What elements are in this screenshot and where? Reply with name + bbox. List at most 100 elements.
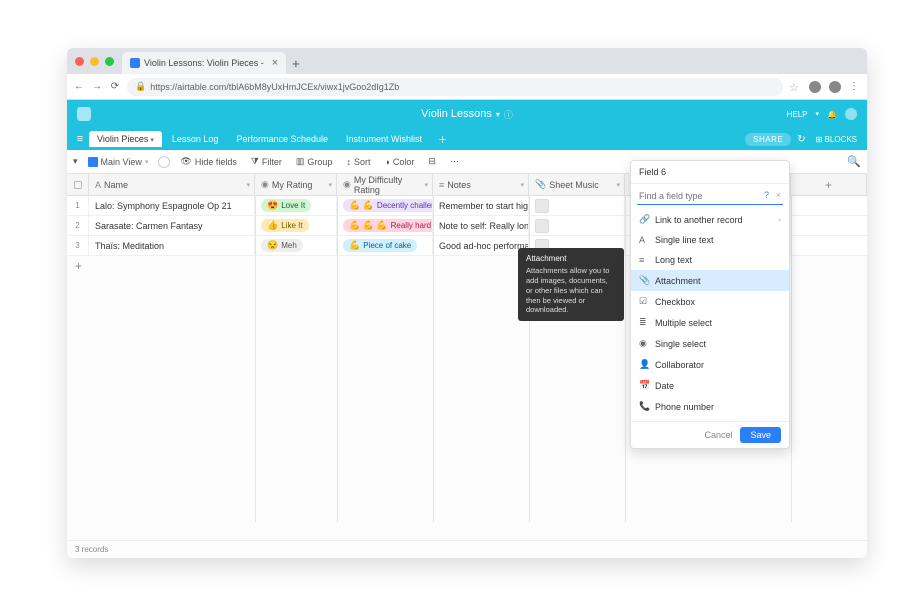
- field-type-option[interactable]: ◉Single select: [631, 333, 789, 354]
- row-height-button[interactable]: ⊟: [424, 154, 440, 169]
- field-type-label: Date: [655, 381, 674, 391]
- view-switcher[interactable]: Main View▾: [84, 155, 153, 169]
- profile-icon[interactable]: [829, 81, 841, 93]
- attachment-thumb-icon: [535, 199, 549, 213]
- cell-name[interactable]: Lalo: Symphony Espagnole Op 21: [89, 196, 255, 215]
- record-count: 3 records: [75, 545, 108, 554]
- field-type-option[interactable]: 📅Date: [631, 375, 789, 396]
- chevron-down-icon[interactable]: ▾: [424, 181, 428, 189]
- bookmark-icon[interactable]: ☆: [789, 81, 801, 93]
- cell-difficulty[interactable]: 💪 💪 💪Really hard: [337, 216, 433, 235]
- field-type-option[interactable]: ☑Checkbox: [631, 291, 789, 312]
- cell-rating[interactable]: 👍Like It: [255, 216, 337, 235]
- cell-rating[interactable]: 😒Meh: [255, 236, 337, 255]
- cell-sheet[interactable]: [529, 196, 625, 215]
- info-icon[interactable]: ⓘ: [504, 108, 513, 121]
- chevron-down-icon: ▾: [150, 137, 154, 144]
- row-number[interactable]: 3: [67, 236, 89, 255]
- column-difficulty[interactable]: ◉My Difficulty Rating▾: [337, 174, 433, 195]
- field-type-icon: ≡: [639, 255, 649, 265]
- field-type-option[interactable]: 🔗Link to another record›: [631, 209, 789, 230]
- hamburger-icon[interactable]: ≡: [73, 133, 87, 145]
- extension-icon[interactable]: [809, 81, 821, 93]
- collaborators-icon[interactable]: [158, 156, 170, 168]
- cell-notes[interactable]: Remember to start high e…: [433, 196, 529, 215]
- cell-sheet[interactable]: [529, 216, 625, 235]
- forward-icon[interactable]: →: [91, 81, 103, 92]
- chevron-down-icon[interactable]: ▾: [328, 181, 332, 189]
- help-button[interactable]: HELP: [787, 110, 808, 119]
- row-number[interactable]: 2: [67, 216, 89, 235]
- cell-difficulty[interactable]: 💪 💪Decently challen…: [337, 196, 433, 215]
- clear-icon[interactable]: ×: [776, 190, 781, 200]
- field-type-search[interactable]: [637, 188, 783, 205]
- chevron-down-icon[interactable]: ▾: [246, 181, 250, 189]
- field-type-option[interactable]: 📎Attachment: [631, 270, 789, 291]
- search-icon[interactable]: 🔍: [847, 155, 861, 168]
- lock-icon: 🔒: [135, 81, 146, 92]
- history-icon[interactable]: ↻: [793, 134, 809, 145]
- column-sheet-music[interactable]: 📎Sheet Music▾: [529, 174, 625, 195]
- chevron-down-icon[interactable]: ▾: [616, 181, 620, 189]
- field-type-option[interactable]: 📞Phone number: [631, 396, 789, 417]
- field-type-label: Single line text: [655, 235, 714, 245]
- add-table-button[interactable]: ＋: [432, 130, 453, 149]
- views-sidebar-toggle[interactable]: ▾: [73, 156, 78, 167]
- reload-icon[interactable]: ⟳: [109, 81, 121, 92]
- close-icon[interactable]: ×: [272, 57, 278, 69]
- browser-tab[interactable]: Violin Lessons: Violin Pieces - ×: [122, 52, 286, 74]
- window-controls[interactable]: [75, 57, 114, 66]
- tab-violin-pieces[interactable]: Violin Pieces▾: [89, 131, 162, 147]
- column-notes[interactable]: ≡Notes▾: [433, 174, 529, 195]
- table-tabs: ≡ Violin Pieces▾ Lesson Log Performance …: [67, 128, 867, 150]
- tab-performance-schedule[interactable]: Performance Schedule: [228, 131, 336, 147]
- field-type-icon: A: [639, 235, 649, 245]
- menu-icon[interactable]: ⋮: [849, 81, 861, 93]
- field-type-icon: ☑: [639, 296, 649, 307]
- sort-button[interactable]: ↕Sort: [342, 155, 374, 169]
- blocks-button[interactable]: ⊞ BLOCKS: [812, 133, 861, 146]
- help-icon[interactable]: ?: [764, 190, 769, 200]
- cell-rating[interactable]: 😍Love It: [255, 196, 337, 215]
- filter-button[interactable]: ⧩Filter: [247, 154, 286, 169]
- field-type-icon: 🔗: [639, 214, 649, 225]
- cell-name[interactable]: Thaïs: Meditation: [89, 236, 255, 255]
- cell-difficulty[interactable]: 💪Piece of cake: [337, 236, 433, 255]
- save-button[interactable]: Save: [740, 427, 781, 443]
- cell-name[interactable]: Sarasate: Carmen Fantasy: [89, 216, 255, 235]
- tab-lesson-log[interactable]: Lesson Log: [164, 131, 227, 147]
- cell-notes[interactable]: Note to self: Really long p…: [433, 216, 529, 235]
- tab-instrument-wishlist[interactable]: Instrument Wishlist: [338, 131, 430, 147]
- more-button[interactable]: ⋯: [446, 154, 463, 169]
- app-header: Violin Lessons ▾ ⓘ HELP ▾ 🔔: [67, 100, 867, 128]
- cancel-button[interactable]: Cancel: [704, 430, 732, 440]
- avatar[interactable]: [845, 108, 857, 120]
- back-icon[interactable]: ←: [73, 81, 85, 92]
- new-tab-button[interactable]: +: [292, 56, 300, 71]
- column-name[interactable]: AName▾: [89, 174, 255, 195]
- hide-fields-button[interactable]: 👁Hide fields: [176, 154, 240, 169]
- field-type-label: Link to another record: [655, 215, 743, 225]
- cell-notes[interactable]: Good ad-hoc performanc…: [433, 236, 529, 255]
- select-all-checkbox[interactable]: [67, 174, 89, 195]
- tooltip-body: Attachments allow you to add images, doc…: [526, 266, 616, 315]
- field-type-option[interactable]: ≣Multiple select: [631, 312, 789, 333]
- row-number[interactable]: 1: [67, 196, 89, 215]
- bell-icon[interactable]: 🔔: [827, 110, 837, 119]
- field-type-option[interactable]: 👤Collaborator: [631, 354, 789, 375]
- field-type-option[interactable]: ≡Long text: [631, 250, 789, 270]
- field-type-option[interactable]: A Single line text: [631, 230, 789, 250]
- share-button[interactable]: SHARE: [745, 133, 791, 146]
- filter-icon: ⧩: [251, 156, 259, 167]
- field-type-icon: 📞: [639, 401, 649, 412]
- chevron-down-icon[interactable]: ▾: [520, 181, 524, 189]
- field-type-label: Single select: [655, 339, 706, 349]
- column-my-rating[interactable]: ◉My Rating▾: [255, 174, 337, 195]
- color-button[interactable]: ◑Color: [380, 155, 418, 169]
- add-field-button[interactable]: +: [791, 174, 867, 195]
- base-title[interactable]: Violin Lessons ▾ ⓘ: [421, 108, 513, 121]
- airtable-logo-icon[interactable]: [77, 107, 91, 121]
- group-button[interactable]: ▥Group: [292, 154, 337, 169]
- url-field[interactable]: 🔒 https://airtable.com/tblA6bM8yUxHmJCEx…: [127, 78, 783, 96]
- field-name-input[interactable]: Field 6: [631, 161, 789, 184]
